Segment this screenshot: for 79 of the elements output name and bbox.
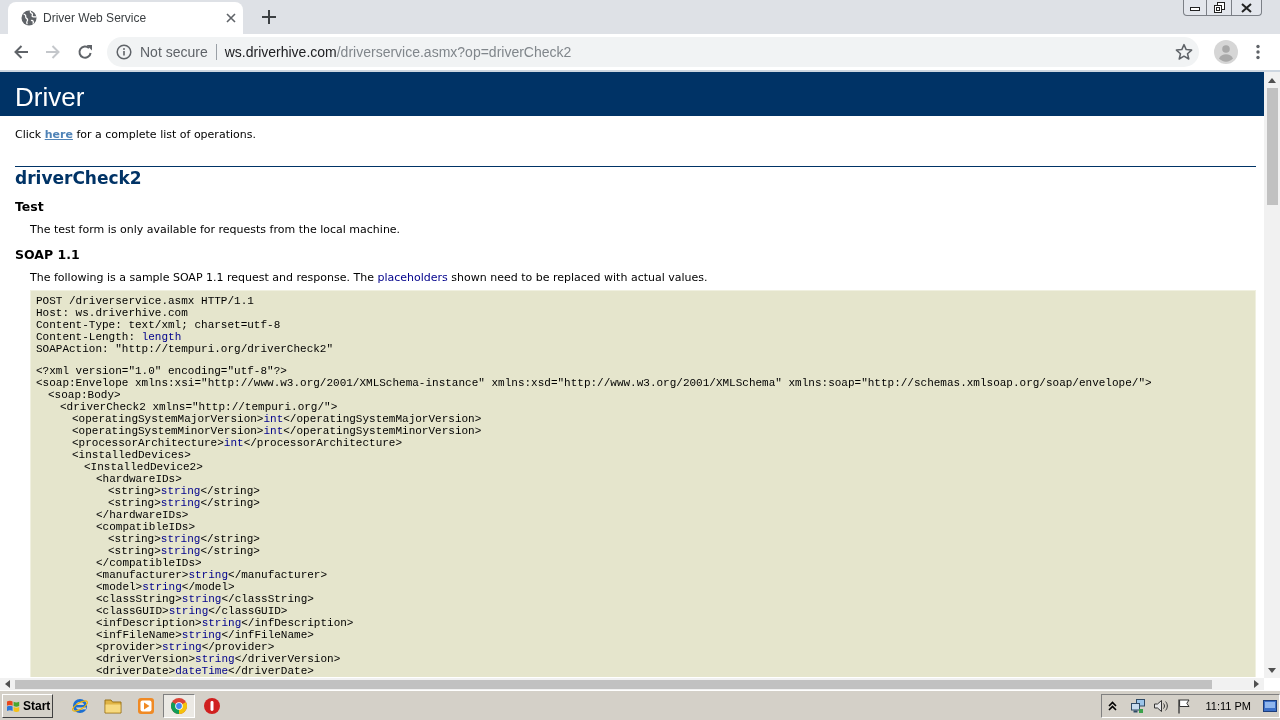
network-icon[interactable]: [1129, 697, 1146, 714]
caret-up-icon[interactable]: [1107, 700, 1117, 711]
minimize-icon: [1190, 4, 1200, 11]
browser-tab[interactable]: Driver Web Service: [8, 2, 243, 34]
scrollbar[interactable]: [0, 678, 1264, 690]
e-logo-icon: [71, 696, 89, 715]
code-line: <classGUID>string</classGUID>: [96, 605, 288, 617]
alert-icon: [203, 696, 221, 715]
code-line: <driverDate>dateTime</driverDate>: [96, 665, 314, 677]
operation-title: driverCheck2: [15, 167, 142, 189]
speaker-icon[interactable]: [1152, 697, 1169, 714]
address-bar[interactable]: Not secure ws.driverhive.com/driverservice.asmx?op=driverCheck2: [107, 37, 1199, 67]
section-text: The following is a sample SOAP 1.1 request and response. The placeholders shown need to be replaced with actual values.: [30, 271, 708, 285]
close-button[interactable]: [1232, 0, 1262, 16]
info-icon[interactable]: [116, 44, 132, 60]
code-line: <classString>string</classString>: [96, 593, 314, 605]
taskbar-button[interactable]: [163, 693, 195, 718]
code-line: <infFileName>string</infFileName>: [96, 629, 314, 641]
globe-icon: [21, 10, 37, 26]
security-label: Not secure: [140, 44, 208, 60]
code-line: </hardwareIDs>: [96, 509, 189, 521]
code-line: <InstalledDevice2>: [84, 461, 203, 473]
reload-icon[interactable]: [77, 44, 93, 60]
code-line: <string>string</string>: [108, 533, 260, 545]
code-line: <string>string</string>: [108, 485, 260, 497]
code-line: <?xml version="1.0" encoding="utf-8"?>: [36, 365, 287, 377]
code-line: <model>string</model>: [96, 581, 235, 593]
restore-button[interactable]: [1207, 0, 1232, 16]
section-text: The test form is only available for requests from the local machine.: [30, 223, 401, 237]
scrollbar-thumb[interactable]: [1266, 88, 1278, 205]
play-icon: [137, 696, 155, 715]
code-line: <provider>string</provider>: [96, 641, 275, 653]
plus-icon[interactable]: [262, 10, 276, 24]
restore-icon: [1213, 2, 1225, 13]
code-line: <infDescription>string</infDescription>: [96, 617, 354, 629]
clock-text: 11:11 PM: [1205, 699, 1251, 712]
code-line: </compatibleIDs>: [96, 557, 202, 569]
url-text: ws.driverhive.com/driverservice.asmx?op=driverCheck2: [224, 44, 572, 60]
code-line: <operatingSystemMinorVersion>int</operatingSystemMinorVersion>: [72, 425, 482, 437]
code-line: <string>string</string>: [108, 545, 260, 557]
close-icon[interactable]: [226, 13, 236, 23]
code-line: <hardwareIDs>: [96, 473, 182, 485]
section-heading: SOAP 1.1: [15, 247, 80, 262]
section-heading: Test: [15, 199, 44, 214]
operations-link[interactable]: here: [44, 128, 73, 141]
code-line: Content-Type: text/xml; charset=utf-8: [36, 319, 281, 331]
desktop-icon[interactable]: [1263, 699, 1277, 712]
flag-icon[interactable]: [1175, 697, 1192, 714]
scrollbar[interactable]: [1264, 72, 1280, 678]
code-line: Host: ws.driverhive.com: [36, 307, 188, 319]
arrow-up-icon[interactable]: [1268, 77, 1276, 83]
menu-icon[interactable]: [1256, 44, 1260, 60]
code-line: <string>string</string>: [108, 497, 260, 509]
code-line: <soap:Envelope xmlns:xsi="http://www.w3.org/2001/XMLSchema-instance" xmlns:xsd="http://www.w3.org/2001/XMLSchema" xmlns:soap="http://schemas.xmlsoap.org/soap/envelope/">: [36, 377, 1152, 389]
round-logo-icon: [170, 696, 188, 715]
code-line: SOAPAction: "http://tempuri.org/driverCheck2": [36, 343, 334, 355]
code-line: <processorArchitecture>int</processorArchitecture>: [72, 437, 403, 449]
code-line: <installedDevices>: [72, 449, 191, 461]
arrow-left-icon[interactable]: [5, 680, 10, 688]
folder-icon: [104, 696, 122, 715]
scrollbar-thumb[interactable]: [15, 679, 1212, 689]
star-icon[interactable]: [1175, 43, 1193, 61]
code-line: <manufacturer>string</manufacturer>: [96, 569, 328, 581]
code-line: <operatingSystemMajorVersion>int</operatingSystemMajorVersion>: [72, 413, 482, 425]
arrow-right-icon[interactable]: [1254, 680, 1259, 688]
code-line: <soap:Body>: [48, 389, 121, 401]
code-line: <driverVersion>string</driverVersion>: [96, 653, 341, 665]
code-line: POST /driverservice.asmx HTTP/1.1: [36, 295, 254, 307]
start-button[interactable]: Start: [2, 693, 53, 718]
close-icon: [1241, 2, 1252, 13]
code-line: Content-Length: length: [36, 331, 182, 343]
code-line: <driverCheck2 xmlns="http://tempuri.org/">: [60, 401, 338, 413]
logo-icon: [6, 698, 21, 713]
intro-text: Click here for a complete list of operations.: [15, 128, 256, 142]
arrow-down-icon[interactable]: [1268, 667, 1276, 673]
code-line: <compatibleIDs>: [96, 521, 196, 533]
back-arrow-icon[interactable]: [13, 44, 29, 60]
page-title: Driver: [15, 82, 85, 113]
minimize-button[interactable]: [1183, 0, 1207, 16]
